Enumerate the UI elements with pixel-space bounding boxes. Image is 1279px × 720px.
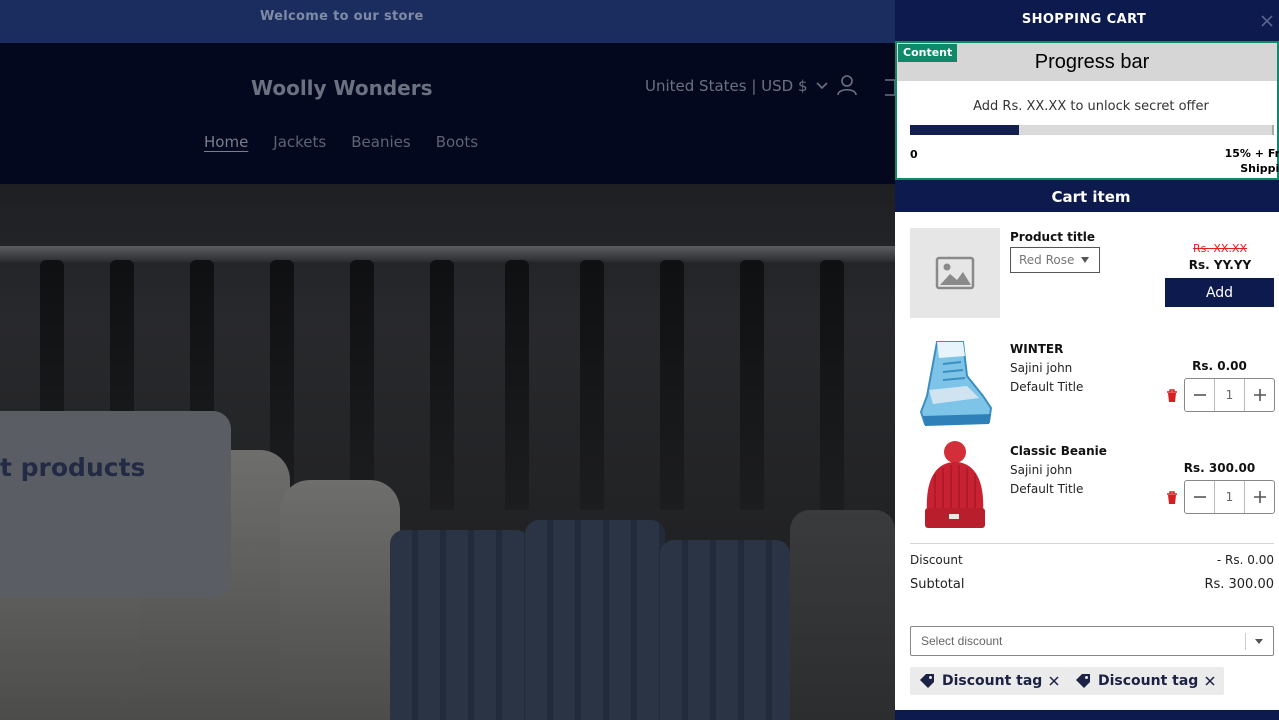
quantity-decrease-button[interactable] bbox=[1185, 379, 1214, 411]
main-nav: Home Jackets Beanies Boots bbox=[204, 133, 478, 151]
cart-item-variant: Default Title bbox=[1010, 380, 1084, 394]
content-tag: Content bbox=[898, 44, 958, 62]
announcement-text: Welcome to our store bbox=[260, 9, 424, 24]
hero-card: t products bbox=[0, 411, 231, 597]
nav-item-jackets[interactable]: Jackets bbox=[273, 133, 326, 151]
divider bbox=[910, 543, 1274, 544]
nav-item-beanies[interactable]: Beanies bbox=[351, 133, 410, 151]
tag-icon bbox=[920, 674, 934, 688]
caret-down-icon bbox=[1081, 257, 1089, 263]
discount-tag-label: Discount tag bbox=[1098, 673, 1199, 689]
cart-item-title[interactable]: Classic Beanie bbox=[1010, 444, 1107, 458]
store-header: Woolly Wonders United States | USD $ Hom… bbox=[0, 43, 895, 184]
cart-item-vendor: Sajini john bbox=[1010, 463, 1073, 477]
upsell-price: Rs. YY.YY bbox=[1188, 258, 1252, 272]
cart-item-vendor: Sajini john bbox=[1010, 361, 1073, 375]
currency-selector[interactable]: United States | USD $ bbox=[645, 77, 828, 95]
snowboard-boot-icon[interactable] bbox=[913, 336, 997, 432]
quantity-decrease-button[interactable] bbox=[1185, 481, 1214, 513]
compare-at-price: Rs. XX.XX bbox=[1192, 242, 1247, 255]
announcement-bar: Welcome to our store bbox=[0, 0, 895, 43]
grey-sweater bbox=[790, 510, 895, 720]
discount-tag-label: Discount tag bbox=[942, 673, 1043, 689]
close-icon[interactable] bbox=[1259, 13, 1275, 29]
red-beanie-icon[interactable] bbox=[913, 438, 997, 534]
cart-item-price: Rs. 0.00 bbox=[1192, 359, 1247, 373]
discount-value: - Rs. 0.00 bbox=[1216, 553, 1274, 567]
quantity-input[interactable]: 1 bbox=[1214, 379, 1245, 411]
quantity-increase-button[interactable] bbox=[1245, 379, 1274, 411]
quantity-input[interactable]: 1 bbox=[1214, 481, 1245, 513]
progress-end-label: 15% + Free Shipping bbox=[1224, 147, 1279, 175]
cart-drawer-header: SHOPPING CART bbox=[895, 0, 1279, 41]
chevron-down-icon bbox=[815, 82, 828, 90]
quantity-stepper: 1 bbox=[1184, 480, 1275, 514]
discount-label: Discount bbox=[910, 553, 963, 567]
cart-item-price: Rs. 300.00 bbox=[1183, 461, 1256, 475]
cart-drawer: SHOPPING CART Progress bar Content Add R… bbox=[895, 0, 1279, 720]
progress-bar-block: Progress bar Content Add Rs. XX.XX to un… bbox=[895, 41, 1279, 180]
discount-select-placeholder: Select discount bbox=[921, 634, 1003, 648]
cart-item-title[interactable]: WINTER bbox=[1010, 342, 1063, 356]
product-image-placeholder bbox=[910, 228, 1000, 318]
tag-icon bbox=[1076, 674, 1090, 688]
cart-item-variant: Default Title bbox=[1010, 482, 1084, 496]
currency-label: United States | USD $ bbox=[645, 77, 808, 95]
cart-item-section-title: Cart item bbox=[1051, 188, 1131, 206]
discount-tag-chip: Discount tag bbox=[1066, 667, 1225, 695]
progress-start-label: 0 bbox=[910, 148, 918, 161]
plus-icon bbox=[1253, 389, 1266, 401]
nav-item-boots[interactable]: Boots bbox=[436, 133, 478, 151]
quantity-stepper: 1 bbox=[1184, 378, 1275, 412]
minus-icon bbox=[1193, 496, 1206, 498]
nav-item-home[interactable]: Home bbox=[204, 133, 248, 151]
denim-jeans bbox=[660, 540, 790, 720]
image-placeholder-icon bbox=[935, 256, 975, 290]
denim-jeans bbox=[390, 530, 530, 720]
cart-drawer-footer bbox=[895, 710, 1279, 720]
subtotal-value: Rs. 300.00 bbox=[1204, 577, 1274, 592]
minus-icon bbox=[1193, 394, 1206, 396]
hero-image: t products bbox=[0, 184, 895, 720]
denim-jeans bbox=[525, 520, 665, 720]
caret-down-icon bbox=[1255, 639, 1263, 644]
upsell-product-title: Product title bbox=[1010, 230, 1095, 244]
variant-select[interactable]: Red Rose bbox=[1010, 247, 1100, 273]
hero-card-text: t products bbox=[0, 453, 146, 482]
cart-icon[interactable] bbox=[883, 76, 895, 96]
trash-icon[interactable] bbox=[1166, 389, 1178, 403]
discount-select[interactable]: Select discount bbox=[910, 626, 1274, 656]
close-icon[interactable] bbox=[1048, 675, 1060, 687]
store-logo[interactable]: Woolly Wonders bbox=[251, 76, 433, 100]
cart-drawer-title: SHOPPING CART bbox=[1021, 12, 1147, 27]
progress-fill bbox=[910, 125, 1019, 135]
variant-select-value: Red Rose bbox=[1019, 253, 1075, 267]
account-icon[interactable] bbox=[836, 74, 858, 96]
subtotal-label: Subtotal bbox=[910, 577, 965, 592]
cart-item-section-header: Cart item bbox=[895, 180, 1279, 212]
progress-message: Add Rs. XX.XX to unlock secret offer bbox=[973, 99, 1209, 114]
white-shirt bbox=[280, 480, 400, 720]
progress-track bbox=[910, 125, 1274, 135]
plus-icon bbox=[1253, 491, 1266, 503]
store-page: Welcome to our store Woolly Wonders Unit… bbox=[0, 0, 895, 720]
trash-icon[interactable] bbox=[1166, 491, 1178, 505]
close-icon[interactable] bbox=[1204, 675, 1216, 687]
discount-tag-chip: Discount tag bbox=[910, 667, 1069, 695]
quantity-increase-button[interactable] bbox=[1245, 481, 1274, 513]
add-upsell-button[interactable]: Add bbox=[1165, 278, 1274, 307]
